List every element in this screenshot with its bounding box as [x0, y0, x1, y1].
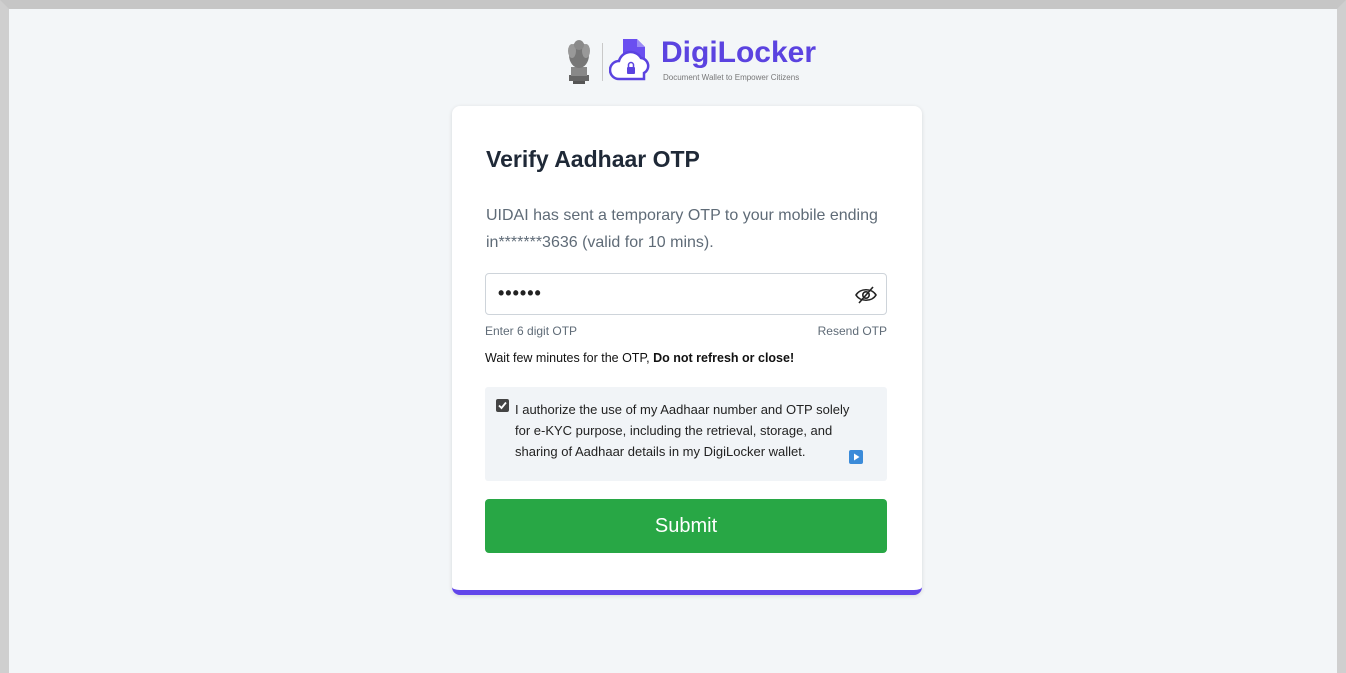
brand-name: DigiLocker [661, 36, 817, 69]
page-frame: DigiLocker Document Wallet to Empower Ci… [0, 0, 1346, 673]
wait-notice: Wait few minutes for the OTP, Do not ref… [485, 351, 794, 365]
consent-text: I authorize the use of my Aadhaar number… [515, 399, 865, 462]
consent-line-3: sharing of Aadhaar details in my DigiLoc… [515, 444, 806, 459]
logo-divider [602, 43, 603, 81]
verify-otp-card: Verify Aadhaar OTP UIDAI has sent a temp… [452, 106, 922, 595]
national-emblem-icon [568, 40, 590, 84]
consent-checkbox[interactable] [496, 399, 509, 412]
eye-slash-icon[interactable] [855, 286, 877, 304]
checkmark-icon [498, 401, 507, 410]
wait-emphasis: Do not refresh or close! [653, 351, 795, 365]
consent-line-2: for e-KYC purpose, including the retriev… [515, 423, 833, 438]
brand-tagline: Document Wallet to Empower Citizens [663, 73, 800, 82]
consent-box: I authorize the use of my Aadhaar number… [485, 387, 887, 481]
digilocker-logo[interactable]: DigiLocker Document Wallet to Empower Ci… [563, 33, 816, 91]
otp-masked-value: •••••• [498, 283, 542, 303]
otp-description: UIDAI has sent a temporary OTP to your m… [486, 207, 878, 251]
audio-play-icon[interactable] [849, 450, 863, 464]
otp-hint: Enter 6 digit OTP [485, 324, 578, 338]
submit-button[interactable]: Submit [485, 499, 887, 553]
wait-text: Wait few minutes for the OTP, [485, 351, 654, 365]
otp-input[interactable]: •••••• [485, 273, 887, 315]
digilocker-cloud-icon [609, 39, 650, 81]
resend-otp-link[interactable]: Resend OTP [818, 324, 887, 338]
consent-line-1: I authorize the use of my Aadhaar number… [515, 402, 850, 417]
page-title: Verify Aadhaar OTP [486, 146, 700, 172]
